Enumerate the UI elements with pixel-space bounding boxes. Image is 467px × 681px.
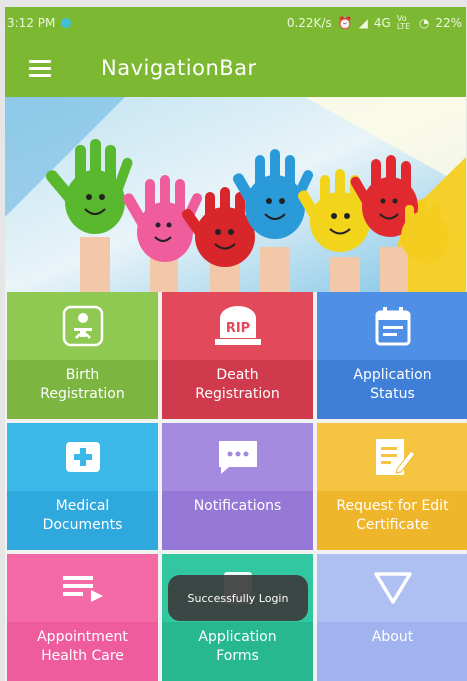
alarm-icon: ⏰ [337, 16, 353, 30]
about-tile[interactable]: About [317, 554, 467, 681]
appointment-health-care-label: Appointment Health Care [37, 629, 128, 664]
playlist-icon [62, 576, 103, 602]
menu-grid: Birth Registration RIP Death Registratio… [5, 292, 467, 681]
rip-tombstone-icon: RIP [214, 306, 261, 345]
tile-label-area: Birth Registration [7, 360, 158, 419]
death-registration-tile[interactable]: RIP Death Registration [162, 292, 313, 419]
network-type: 4G [373, 16, 391, 30]
tile-icon-area [317, 292, 467, 360]
birth-registration-tile[interactable]: Birth Registration [7, 292, 158, 419]
hamburger-menu-icon[interactable] [29, 59, 51, 77]
tile-icon-area: RIP [162, 292, 313, 360]
triangle-down-icon [373, 572, 412, 604]
battery-icon: ◔ [418, 16, 430, 30]
tile-label-area: Application Status [317, 360, 467, 419]
edit-document-icon [375, 439, 415, 475]
baby-icon [62, 305, 103, 347]
app-title: NavigationBar [101, 56, 257, 80]
tile-label-area: About [317, 622, 467, 681]
application-forms-label: Application Forms [198, 629, 277, 664]
signal-icon: ◢ [358, 16, 368, 30]
tile-label-area: Request for Edit Certificate [317, 491, 467, 550]
tile-icon-area [317, 554, 467, 622]
tile-icon-area [7, 423, 158, 491]
application-status-tile[interactable]: Application Status [317, 292, 467, 419]
status-bar: 3:12 PM 0.22K/s ⏰ ◢ 4G Vo LTE ◔ 22% [5, 7, 466, 39]
tile-label-area: Appointment Health Care [7, 622, 158, 681]
tile-icon-area [7, 292, 158, 360]
birth-registration-label: Birth Registration [40, 367, 125, 402]
tile-label-area: Medical Documents [7, 491, 158, 550]
tile-icon-area [162, 423, 313, 491]
tile-label-area: Death Registration [162, 360, 313, 419]
application-status-label: Application Status [353, 367, 432, 402]
tile-label-area: Application Forms [162, 622, 313, 681]
request-edit-certificate-label: Request for Edit Certificate [336, 498, 449, 533]
app-notification-icon [61, 18, 72, 28]
notifications-tile[interactable]: Notifications [162, 423, 313, 550]
medical-documents-label: Medical Documents [42, 498, 123, 533]
notifications-label: Notifications [193, 498, 282, 514]
death-registration-label: Death Registration [195, 367, 280, 402]
banner-image [5, 97, 466, 292]
tile-icon-area [7, 554, 158, 622]
chat-bubble-icon [218, 441, 257, 474]
battery-level: 22% [435, 16, 462, 30]
request-edit-certificate-tile[interactable]: Request for Edit Certificate [317, 423, 467, 550]
toast-message: Successfully Login [168, 575, 308, 621]
painted-hands-illustration [5, 97, 466, 292]
appointment-health-care-tile[interactable]: Appointment Health Care [7, 554, 158, 681]
tile-label-area: Notifications [162, 491, 313, 550]
svg-text:RIP: RIP [225, 321, 249, 336]
calendar-list-icon [375, 307, 410, 346]
status-time: 3:12 PM [7, 16, 56, 30]
about-label: About [371, 629, 414, 645]
network-speed: 0.22K/s [286, 16, 332, 30]
medical-documents-tile[interactable]: Medical Documents [7, 423, 158, 550]
volte-indicator: Vo LTE [396, 14, 411, 31]
tile-icon-area [317, 423, 467, 491]
medical-cross-icon [65, 442, 100, 472]
app-bar: NavigationBar [5, 39, 466, 97]
